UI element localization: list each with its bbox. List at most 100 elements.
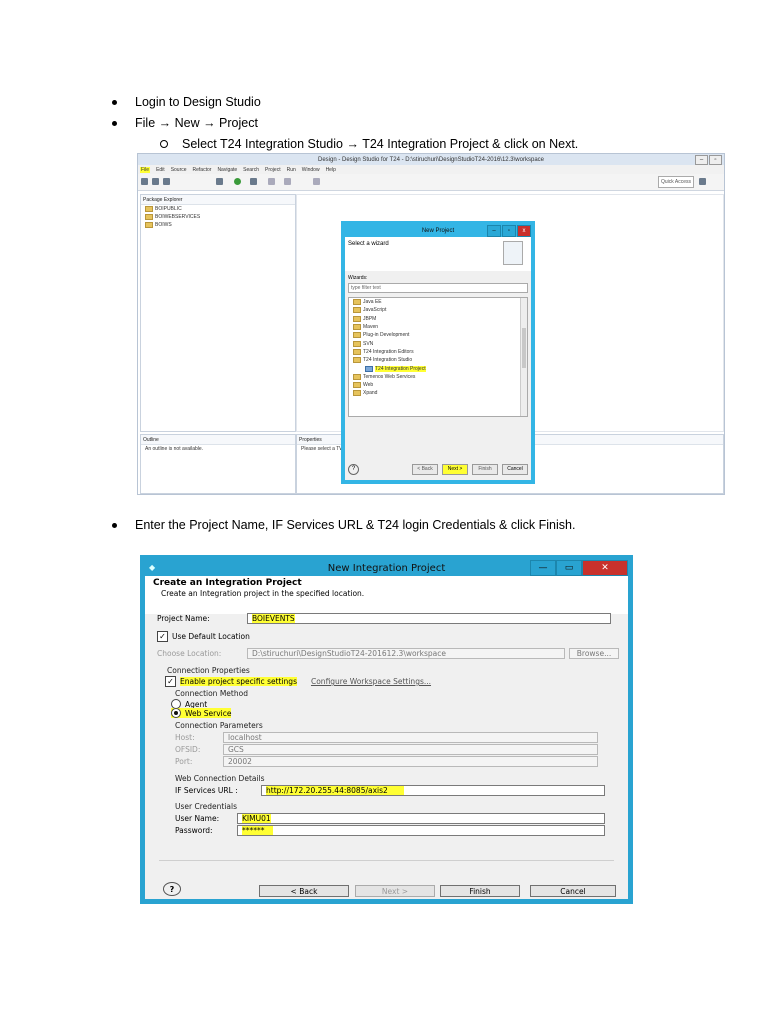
project-name-input[interactable]: BOIEVENTS xyxy=(247,613,611,624)
minimize-icon[interactable]: – xyxy=(695,155,708,165)
cancel-button[interactable]: Cancel xyxy=(530,885,616,897)
project-icon xyxy=(365,365,373,372)
project-folder-icon xyxy=(145,222,153,228)
tree-item[interactable]: T24 Integration Studio xyxy=(349,356,527,364)
dialog-header: Create an Integration Project Create an … xyxy=(145,576,628,614)
menu-run[interactable]: Run xyxy=(287,167,296,173)
enable-project-settings-label: Enable project specific settings xyxy=(180,677,297,686)
finish-button[interactable]: Finish xyxy=(440,885,520,897)
quick-access-input[interactable]: Quick Access xyxy=(658,176,694,188)
tree-item[interactable]: JavaScript xyxy=(349,306,527,314)
folder-icon xyxy=(353,340,361,347)
dialog-subheading: Create an Integration project in the spe… xyxy=(161,589,365,598)
folder-icon xyxy=(353,307,361,314)
maximize-icon[interactable]: ▫ xyxy=(709,155,722,165)
forward-arrow-icon[interactable] xyxy=(284,178,291,185)
eclipse-screenshot: Design - Design Studio for T24 - D:\stir… xyxy=(137,153,725,495)
port-label: Port: xyxy=(175,757,193,766)
next-button[interactable]: Next > xyxy=(442,463,468,475)
tree-item[interactable]: Temenos Web Services xyxy=(349,373,527,381)
tree-item[interactable]: Xpand xyxy=(349,389,527,397)
new-icon[interactable] xyxy=(141,178,148,185)
print-icon[interactable] xyxy=(163,178,170,185)
folder-icon xyxy=(353,373,361,380)
user-name-input[interactable]: KIMU01 xyxy=(237,813,605,824)
menu-source[interactable]: Source xyxy=(171,167,187,173)
web-service-label: Web Service xyxy=(185,708,232,718)
tree-item[interactable]: BOIPUBLIC xyxy=(141,205,295,213)
menu-search[interactable]: Search xyxy=(243,167,259,173)
back-button[interactable]: < Back xyxy=(412,463,438,475)
tree-item[interactable]: BOIWS xyxy=(141,221,295,229)
app-icon: ◆ xyxy=(149,563,156,572)
password-input[interactable]: ****** xyxy=(237,825,605,836)
menu-refactor[interactable]: Refactor xyxy=(193,167,212,173)
tree-item[interactable]: Maven xyxy=(349,323,527,331)
save-icon[interactable] xyxy=(152,178,159,185)
menu-edit[interactable]: Edit xyxy=(156,167,165,173)
close-icon[interactable]: ✕ xyxy=(582,560,628,576)
wizard-filter-input[interactable]: type filter text xyxy=(348,283,528,293)
instruction-text: File → New → Project xyxy=(135,116,258,130)
choose-location-input[interactable]: D:\stiruchuri\DesignStudioT24-201612.3\w… xyxy=(247,648,565,659)
connection-properties-label: Connection Properties xyxy=(167,666,250,675)
browse-button[interactable]: Browse... xyxy=(569,648,619,659)
external-tools-icon[interactable] xyxy=(250,178,257,185)
perspective-icon[interactable] xyxy=(699,178,706,185)
host-label: Host: xyxy=(175,733,195,742)
enable-project-settings-checkbox[interactable]: ✓ xyxy=(165,676,176,687)
minimize-icon[interactable]: — xyxy=(530,560,556,576)
menu-navigate[interactable]: Navigate xyxy=(217,167,237,173)
menu-file[interactable]: File xyxy=(140,166,151,173)
wizard-scrollbar[interactable] xyxy=(520,298,527,416)
minimize-icon[interactable]: – xyxy=(487,225,501,237)
outline-tab[interactable]: Outline xyxy=(141,435,295,445)
web-service-radio[interactable] xyxy=(171,708,181,718)
menu-help[interactable]: Help xyxy=(326,167,336,173)
wizards-label: Wizards: xyxy=(348,275,368,281)
run-icon[interactable] xyxy=(234,178,241,185)
eclipse-menu-bar: File Edit Source Refactor Navigate Searc… xyxy=(138,165,724,174)
host-input[interactable]: localhost xyxy=(223,732,598,743)
ofsid-input[interactable]: GCS xyxy=(223,744,598,755)
outline-pane: Outline An outline is not available. xyxy=(140,434,296,494)
back-button[interactable]: < Back xyxy=(259,885,349,897)
use-default-location-label: Use Default Location xyxy=(172,632,250,641)
ofsid-row: OFSID: GCS xyxy=(175,744,598,755)
tree-item[interactable]: JBPM xyxy=(349,315,527,323)
tree-item[interactable]: SVN xyxy=(349,339,527,347)
menu-window[interactable]: Window xyxy=(302,167,320,173)
next-button[interactable]: Next > xyxy=(355,885,435,897)
maximize-icon[interactable]: ▫ xyxy=(502,225,516,237)
port-input[interactable]: 20002 xyxy=(223,756,598,767)
tree-item[interactable]: Web xyxy=(349,381,527,389)
debug-icon[interactable] xyxy=(216,178,223,185)
instruction-file-new: File → New → Project xyxy=(112,116,258,130)
help-icon[interactable]: ? xyxy=(348,463,359,475)
tree-item[interactable]: BOIWEBSERVICES xyxy=(141,213,295,221)
finish-button[interactable]: Finish xyxy=(472,463,498,475)
back-arrow-icon[interactable] xyxy=(268,178,275,185)
folder-icon xyxy=(353,315,361,322)
scroll-thumb[interactable] xyxy=(522,328,526,368)
if-services-url-input[interactable]: http://172.20.255.44:8085/axis2 xyxy=(261,785,605,796)
dialog-title-bar: ◆ New Integration Project — ▭ ✕ xyxy=(145,560,628,576)
package-explorer-tab[interactable]: Package Explorer xyxy=(141,195,295,205)
pin-icon[interactable] xyxy=(313,178,320,185)
maximize-icon[interactable]: ▭ xyxy=(556,560,582,576)
help-icon[interactable]: ? xyxy=(163,882,181,896)
close-icon[interactable]: x xyxy=(517,225,531,237)
tree-item-t24-integration-project[interactable]: T24 Integration Project xyxy=(349,364,527,372)
cancel-button[interactable]: Cancel xyxy=(502,463,528,475)
tree-item[interactable]: Java EE xyxy=(349,298,527,306)
folder-icon xyxy=(353,390,361,397)
use-default-location-checkbox[interactable]: ✓ xyxy=(157,631,168,642)
instruction-text: Login to Design Studio xyxy=(135,95,261,109)
integration-project-dialog: ◆ New Integration Project — ▭ ✕ Create a… xyxy=(140,555,633,904)
configure-workspace-link[interactable]: Configure Workspace Settings... xyxy=(311,677,431,686)
user-credentials-label: User Credentials xyxy=(175,802,237,811)
menu-project[interactable]: Project xyxy=(265,167,281,173)
tree-item[interactable]: T24 Integration Editors xyxy=(349,348,527,356)
tree-item[interactable]: Plug-in Development xyxy=(349,331,527,339)
web-service-highlight: Web Service xyxy=(171,708,232,718)
